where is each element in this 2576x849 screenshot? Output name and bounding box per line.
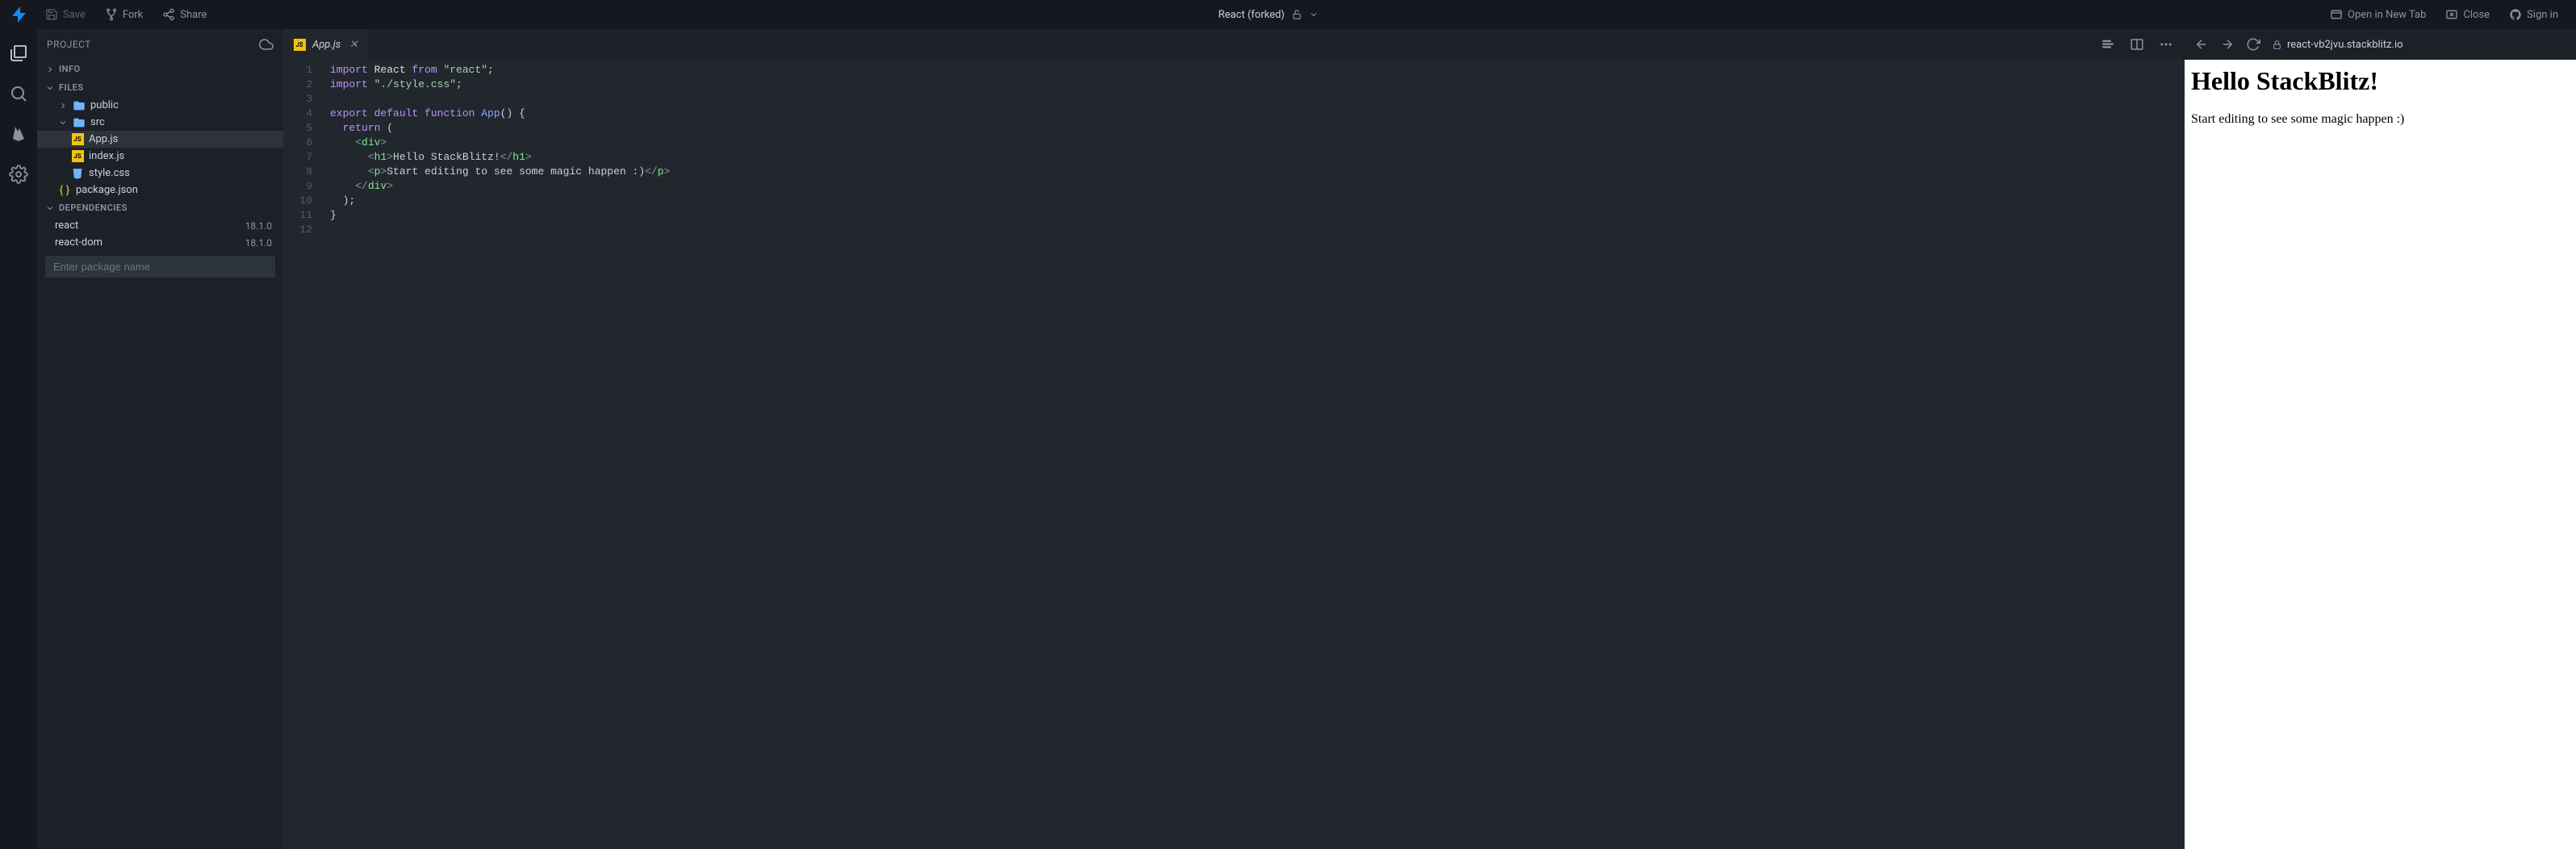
tree-label: public bbox=[90, 99, 119, 111]
tree-file-package-json[interactable]: { } package.json bbox=[37, 182, 283, 199]
chevron-down-icon bbox=[1309, 10, 1319, 19]
preview-toolbar: react-vb2jvu.stackblitz.io bbox=[2185, 29, 2576, 60]
nav-back-icon[interactable] bbox=[2194, 37, 2209, 52]
lock-open-icon bbox=[1291, 9, 1303, 20]
top-bar: Save Fork Share React (forked) Open in N… bbox=[0, 0, 2576, 29]
close-button[interactable]: Close bbox=[2437, 5, 2498, 24]
code-lines: import React from "react";import "./styl… bbox=[325, 60, 2185, 849]
project-title-text: React (forked) bbox=[1219, 9, 1285, 21]
package-input[interactable] bbox=[45, 256, 275, 278]
dependency-row[interactable]: react 18.1.0 bbox=[37, 217, 283, 234]
section-info[interactable]: INFO bbox=[37, 60, 283, 78]
section-files[interactable]: FILES bbox=[37, 78, 283, 97]
tree-label: package.json bbox=[76, 184, 138, 196]
preview-heading: Hello StackBlitz! bbox=[2191, 66, 2570, 96]
tree-label: App.js bbox=[89, 133, 118, 145]
tab-close-icon[interactable]: ✕ bbox=[347, 38, 360, 51]
rail-search-icon[interactable] bbox=[9, 84, 28, 103]
tree-file-app-js[interactable]: JS App.js bbox=[37, 131, 283, 148]
close-panel-icon bbox=[2445, 8, 2458, 21]
nav-forward-icon[interactable] bbox=[2220, 37, 2235, 52]
js-icon: JS bbox=[71, 150, 84, 163]
save-icon bbox=[45, 8, 58, 21]
open-new-tab-button[interactable]: Open in New Tab bbox=[2322, 5, 2434, 24]
save-label: Save bbox=[63, 9, 86, 21]
tab-label: App.js bbox=[312, 39, 341, 51]
external-icon bbox=[2330, 8, 2343, 21]
line-gutter: 123456789101112 bbox=[283, 60, 325, 849]
github-icon bbox=[2509, 8, 2522, 21]
chevron-down-icon bbox=[45, 83, 55, 93]
rail-settings-icon[interactable] bbox=[9, 165, 28, 184]
tree-label: style.css bbox=[89, 167, 130, 179]
lock-icon bbox=[2272, 40, 2282, 50]
tree-label: index.js bbox=[89, 150, 124, 162]
preview-paragraph: Start editing to see some magic happen :… bbox=[2191, 112, 2570, 127]
tree-folder-public[interactable]: public bbox=[37, 97, 283, 114]
code-area[interactable]: 123456789101112 import React from "react… bbox=[283, 60, 2185, 849]
chevron-down-icon bbox=[58, 118, 68, 128]
split-icon[interactable] bbox=[2130, 37, 2144, 52]
sidebar: PROJECT INFO FILES public src JS App.js … bbox=[37, 29, 283, 849]
signin-button[interactable]: Sign in bbox=[2501, 5, 2566, 24]
signin-label: Sign in bbox=[2527, 9, 2558, 21]
dep-version: 18.1.0 bbox=[245, 220, 272, 232]
fork-icon bbox=[105, 8, 118, 21]
tree-file-index-js[interactable]: JS index.js bbox=[37, 148, 283, 165]
js-icon: JS bbox=[71, 133, 84, 146]
preview-body: Hello StackBlitz! Start editing to see s… bbox=[2185, 60, 2576, 849]
section-files-label: FILES bbox=[59, 82, 84, 93]
section-dependencies[interactable]: DEPENDENCIES bbox=[37, 199, 283, 217]
fork-label: Fork bbox=[123, 9, 143, 21]
activity-rail bbox=[0, 29, 37, 849]
dep-version: 18.1.0 bbox=[245, 237, 272, 249]
dependency-row[interactable]: react-dom 18.1.0 bbox=[37, 234, 283, 251]
css-icon bbox=[71, 167, 84, 180]
chevron-right-icon bbox=[45, 65, 55, 74]
cloud-icon[interactable] bbox=[259, 37, 274, 52]
more-icon[interactable] bbox=[2159, 37, 2173, 52]
share-button[interactable]: Share bbox=[154, 5, 215, 24]
tab-bar: JS App.js ✕ bbox=[283, 29, 2185, 60]
share-label: Share bbox=[180, 9, 207, 21]
project-title[interactable]: React (forked) bbox=[1219, 9, 1319, 21]
preview-pane: react-vb2jvu.stackblitz.io Hello StackBl… bbox=[2185, 29, 2576, 849]
chevron-right-icon bbox=[58, 101, 68, 111]
dep-name: react bbox=[55, 220, 78, 232]
tab-app-js[interactable]: JS App.js ✕ bbox=[283, 29, 368, 60]
tree-folder-src[interactable]: src bbox=[37, 114, 283, 131]
dep-name: react-dom bbox=[55, 236, 102, 249]
folder-icon bbox=[73, 99, 86, 112]
open-new-tab-label: Open in New Tab bbox=[2348, 9, 2426, 21]
json-icon: { } bbox=[58, 184, 71, 197]
rail-firebase-icon[interactable] bbox=[9, 124, 28, 144]
chevron-down-icon bbox=[45, 203, 55, 213]
tree-file-style-css[interactable]: style.css bbox=[37, 165, 283, 182]
section-deps-label: DEPENDENCIES bbox=[59, 203, 128, 213]
sidebar-header-label: PROJECT bbox=[47, 39, 91, 50]
stackblitz-logo[interactable] bbox=[10, 5, 29, 24]
section-info-label: INFO bbox=[59, 64, 81, 74]
preview-url[interactable]: react-vb2jvu.stackblitz.io bbox=[2272, 39, 2566, 51]
save-button[interactable]: Save bbox=[37, 5, 94, 24]
tree-label: src bbox=[90, 116, 105, 128]
rail-explorer-icon[interactable] bbox=[9, 44, 28, 63]
js-icon: JS bbox=[293, 38, 306, 51]
close-label: Close bbox=[2463, 9, 2490, 21]
url-text: react-vb2jvu.stackblitz.io bbox=[2287, 39, 2403, 51]
share-icon bbox=[162, 8, 175, 21]
sidebar-header: PROJECT bbox=[37, 29, 283, 60]
reload-icon[interactable] bbox=[2246, 37, 2260, 52]
folder-open-icon bbox=[73, 116, 86, 129]
editor-pane: JS App.js ✕ 123456789101112 import React… bbox=[283, 29, 2185, 849]
format-icon[interactable] bbox=[2101, 37, 2115, 52]
fork-button[interactable]: Fork bbox=[97, 5, 151, 24]
